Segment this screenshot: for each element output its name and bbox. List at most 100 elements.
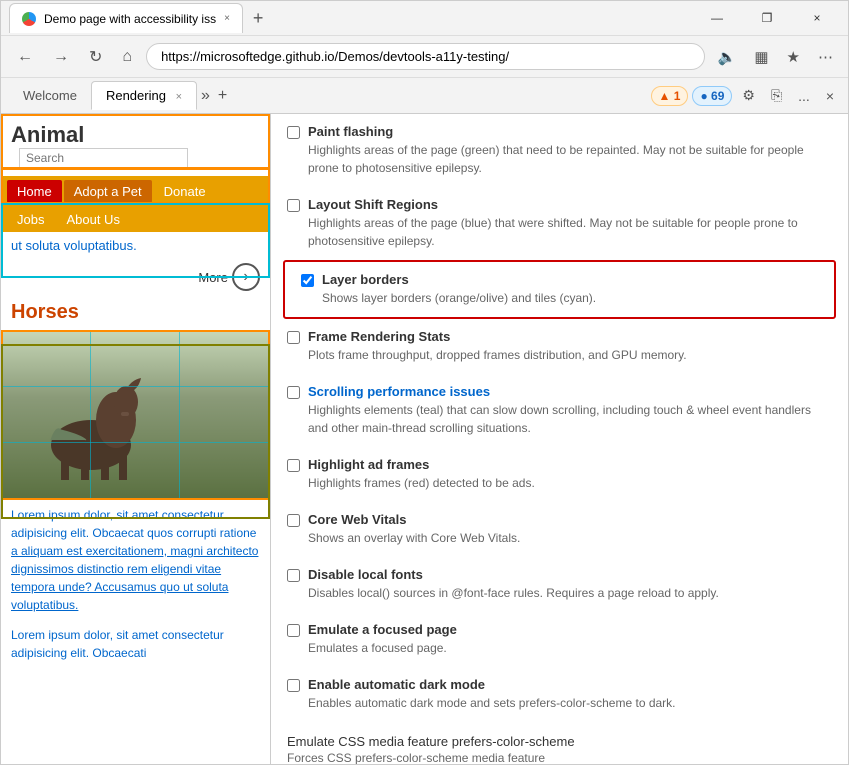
more-label: More [198, 270, 228, 285]
nav-about[interactable]: About Us [56, 209, 129, 230]
auto-dark-title: Enable automatic dark mode [308, 677, 832, 692]
refresh-button[interactable]: ↻ [83, 43, 108, 71]
nav-home[interactable]: Home [7, 180, 62, 203]
highlight-ad-checkbox[interactable] [287, 459, 300, 472]
grid-h2 [1, 442, 270, 443]
info-count: ● 69 [700, 89, 724, 103]
layout-shift-title: Layout Shift Regions [308, 197, 832, 212]
restore-button[interactable]: ❐ [744, 3, 790, 33]
site-search-input[interactable] [19, 148, 188, 168]
more-btn-row: More › [1, 259, 270, 295]
layer-borders-title: Layer borders [322, 272, 818, 287]
scrolling-perf-title: Scrolling performance issues [308, 384, 832, 399]
disable-fonts-title: Disable local fonts [308, 567, 832, 582]
tab-rendering-close[interactable]: × [176, 91, 182, 103]
highlight-ad-content: Highlight ad frames Highlights frames (r… [308, 457, 832, 492]
layout-shift-checkbox[interactable] [287, 199, 300, 212]
layer-borders-row: Layer borders Shows layer borders (orang… [285, 262, 834, 317]
favorites-icon[interactable]: ★ [782, 45, 805, 69]
grid-h1 [1, 386, 270, 387]
color-scheme-section: Emulate CSS media feature prefers-color-… [271, 722, 848, 764]
focused-page-row: Emulate a focused page Emulates a focuse… [271, 612, 848, 667]
tab-welcome-label: Welcome [23, 88, 77, 103]
focused-page-checkbox[interactable] [287, 624, 300, 637]
home-button[interactable]: ⌂ [116, 44, 138, 70]
grid-v2 [179, 330, 180, 500]
warning-badge[interactable]: ▲ 1 [651, 86, 689, 106]
devtools-actions: ▲ 1 ● 69 ⚙ ⎘ ... × [651, 83, 840, 108]
disable-fonts-desc: Disables local() sources in @font-face r… [308, 584, 832, 602]
nav-jobs[interactable]: Jobs [7, 209, 54, 230]
layout-shift-content: Layout Shift Regions Highlights areas of… [308, 197, 832, 250]
auto-dark-checkbox[interactable] [287, 679, 300, 692]
focused-page-content: Emulate a focused page Emulates a focuse… [308, 622, 832, 657]
more-tabs-button[interactable]: » [197, 83, 214, 109]
core-web-vitals-row: Core Web Vitals Shows an overlay with Co… [271, 502, 848, 557]
window-controls: — ❐ × [694, 3, 840, 33]
forward-button[interactable]: → [47, 44, 75, 70]
close-button[interactable]: × [794, 3, 840, 33]
frame-rendering-checkbox[interactable] [287, 331, 300, 344]
read-aloud-icon[interactable]: 🔈 [713, 45, 742, 69]
browser-tab[interactable]: Demo page with accessibility iss × [9, 3, 243, 33]
color-scheme-label: Emulate CSS media feature prefers-color-… [287, 734, 832, 749]
address-input[interactable] [146, 43, 705, 70]
site-lorem1: Lorem ipsum dolor, sit amet consectetur … [1, 500, 270, 620]
minimize-button[interactable]: — [694, 3, 740, 33]
tab-rendering[interactable]: Rendering × [91, 81, 197, 110]
scrolling-perf-desc: Highlights elements (teal) that can slow… [308, 401, 832, 437]
add-tab-button[interactable]: + [214, 83, 231, 109]
focused-page-title: Emulate a focused page [308, 622, 832, 637]
devtools-more-icon[interactable]: ... [792, 84, 816, 108]
disable-fonts-row: Disable local fonts Disables local() sou… [271, 557, 848, 612]
scrolling-perf-content: Scrolling performance issues Highlights … [308, 384, 832, 437]
layer-borders-checkbox[interactable] [301, 274, 314, 287]
tab-close-icon[interactable]: × [224, 13, 230, 24]
core-web-vitals-checkbox[interactable] [287, 514, 300, 527]
devtools-close-icon[interactable]: × [820, 84, 840, 108]
warning-count: ▲ 1 [659, 89, 681, 103]
webpage-panel: Animal Home Adopt a Pet Donate Jobs Abou… [1, 114, 271, 764]
split-view-icon[interactable]: ▦ [749, 45, 773, 69]
tab-area: Demo page with accessibility iss × + [9, 3, 694, 33]
site-lorem2: Lorem ipsum dolor, sit amet consectetur … [1, 620, 270, 668]
grid-v1 [90, 330, 91, 500]
highlight-ad-desc: Highlights frames (red) detected to be a… [308, 474, 832, 492]
nav-donate[interactable]: Donate [154, 180, 216, 203]
lorem-text-1: Lorem ipsum dolor, sit amet consectetur … [11, 508, 256, 540]
back-button[interactable]: ← [11, 44, 39, 70]
grid-lines [1, 330, 270, 500]
color-scheme-desc: Forces CSS prefers-color-scheme media fe… [287, 751, 832, 764]
tab-rendering-label: Rendering [106, 88, 166, 103]
devtools-rendering-panel[interactable]: Paint flashing Highlights areas of the p… [271, 114, 848, 764]
tab-title: Demo page with accessibility iss [44, 12, 216, 26]
new-tab-button[interactable]: + [247, 6, 270, 31]
browser-frame: Demo page with accessibility iss × + — ❐… [0, 0, 849, 765]
devtools-tabbar: Welcome Rendering × » + ▲ 1 ● 69 ⚙ ⎘ ...… [1, 78, 848, 114]
paint-flashing-checkbox[interactable] [287, 126, 300, 139]
more-button[interactable]: More › [198, 263, 260, 291]
layer-borders-desc: Shows layer borders (orange/olive) and t… [322, 289, 818, 307]
tab-welcome[interactable]: Welcome [9, 82, 91, 109]
auto-dark-desc: Enables automatic dark mode and sets pre… [308, 694, 832, 712]
info-badge[interactable]: ● 69 [692, 86, 732, 106]
disable-fonts-checkbox[interactable] [287, 569, 300, 582]
scrolling-perf-checkbox[interactable] [287, 386, 300, 399]
layer-borders-content: Layer borders Shows layer borders (orang… [322, 272, 818, 307]
horses-title: Horses [1, 295, 270, 330]
layout-shift-row: Layout Shift Regions Highlights areas of… [271, 187, 848, 260]
frame-rendering-desc: Plots frame throughput, dropped frames d… [308, 346, 832, 364]
browser-more-icon[interactable]: ⋯ [813, 45, 838, 69]
webpage-content: Animal Home Adopt a Pet Donate Jobs Abou… [1, 114, 270, 668]
site-body-link[interactable]: ut soluta voluptatibus. [11, 238, 137, 253]
lorem-link-1[interactable]: a aliquam est exercitationem, magni arch… [11, 544, 258, 612]
dock-icon[interactable]: ⎘ [765, 83, 788, 108]
paint-flashing-content: Paint flashing Highlights areas of the p… [308, 124, 832, 177]
paint-flashing-title: Paint flashing [308, 124, 832, 139]
address-icons: 🔈 ▦ ★ ⋯ [713, 45, 838, 69]
site-subnav: Jobs About Us [1, 207, 270, 232]
layer-borders-highlighted: Layer borders Shows layer borders (orang… [283, 260, 836, 319]
nav-adopt[interactable]: Adopt a Pet [64, 180, 152, 203]
more-circle-icon[interactable]: › [232, 263, 260, 291]
settings-icon[interactable]: ⚙ [736, 83, 761, 108]
